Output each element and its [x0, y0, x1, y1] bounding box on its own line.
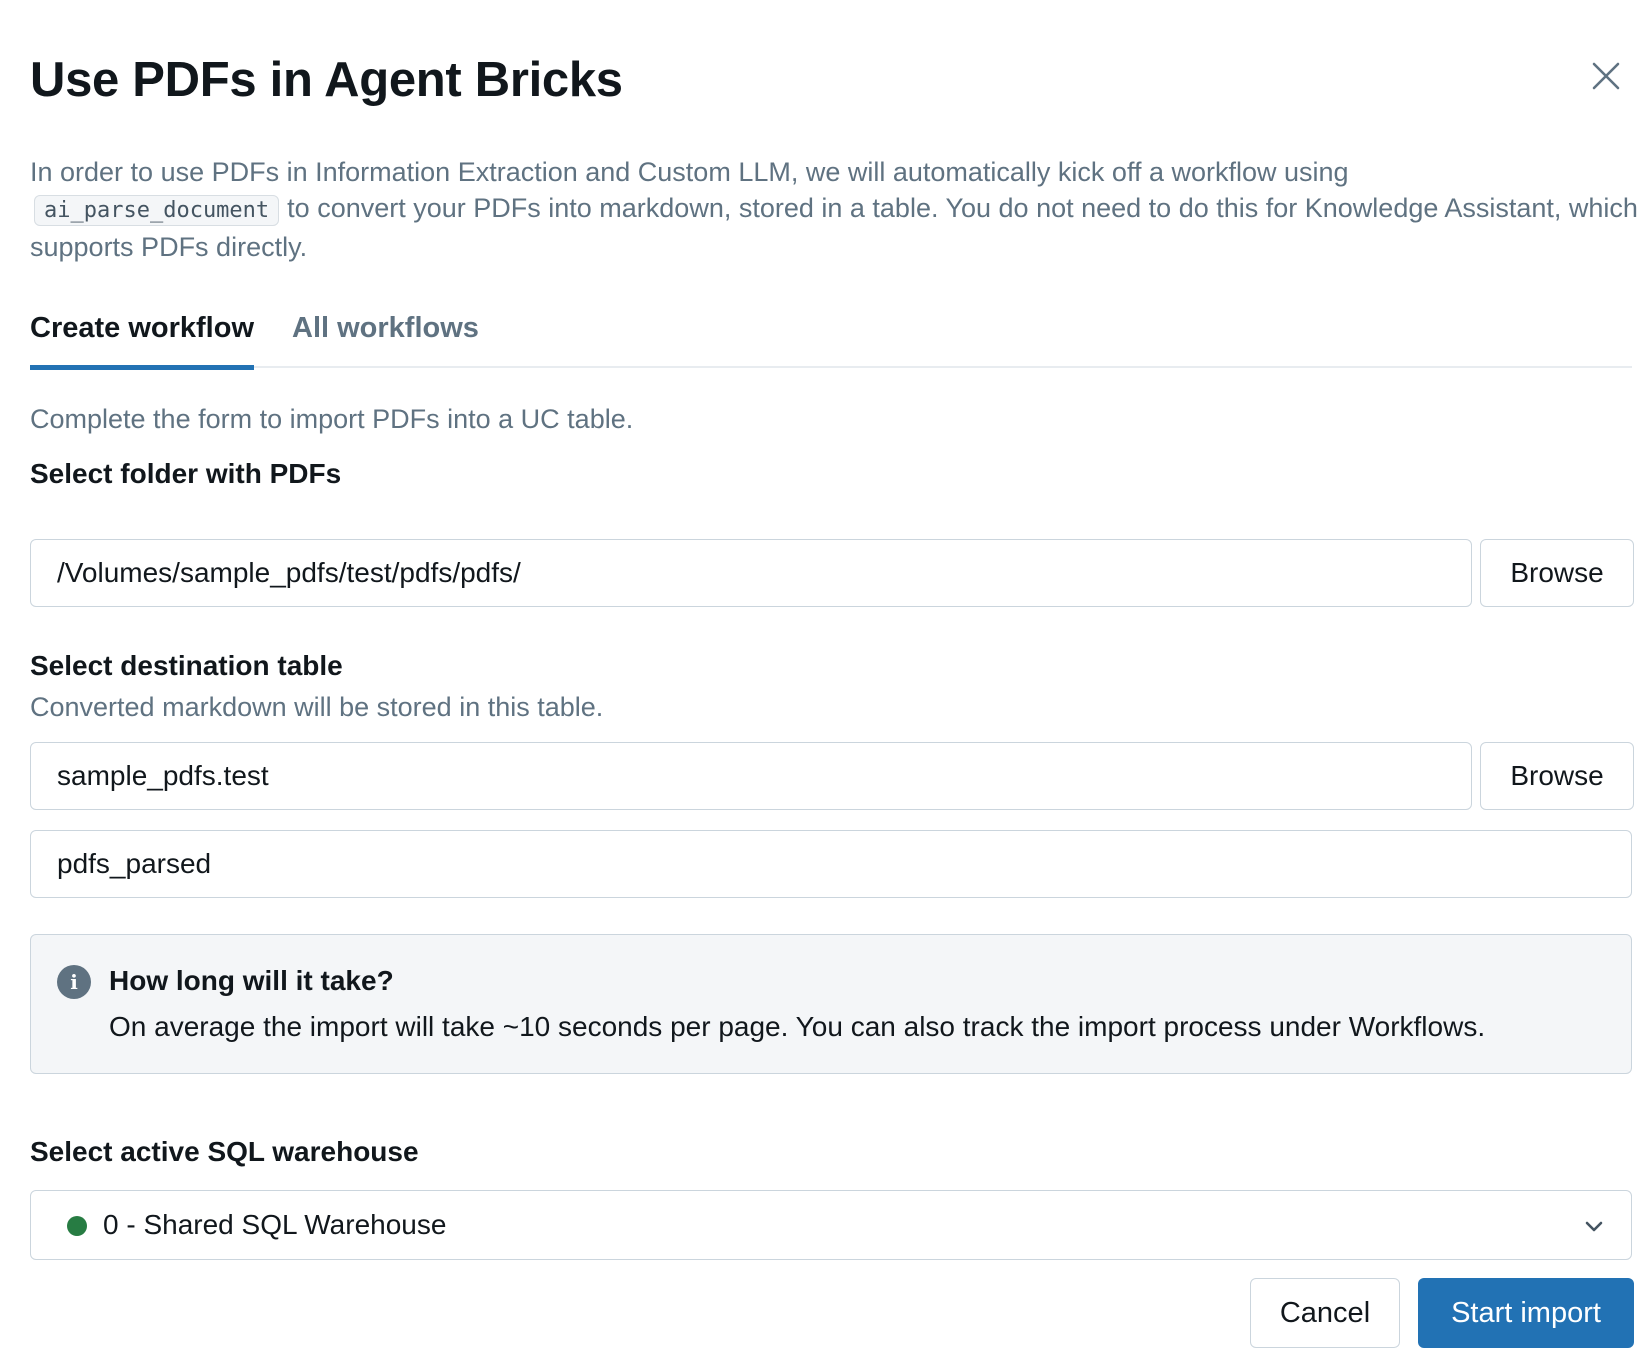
- cancel-button[interactable]: Cancel: [1250, 1278, 1400, 1348]
- import-pdfs-dialog: Use PDFs in Agent Bricks In order to use…: [0, 0, 1652, 1366]
- warehouse-label: Select active SQL warehouse: [30, 1136, 419, 1167]
- tab-bar: Create workflow All workflows: [30, 296, 1632, 370]
- info-icon: i: [57, 965, 91, 999]
- folder-path-input[interactable]: /Volumes/sample_pdfs/test/pdfs/pdfs/: [30, 539, 1472, 607]
- destination-sublabel: Converted markdown will be stored in thi…: [30, 692, 604, 722]
- tab-all-workflows[interactable]: All workflows: [292, 296, 479, 368]
- browse-table-button[interactable]: Browse: [1480, 742, 1634, 810]
- info-body: On average the import will take ~10 seco…: [109, 1011, 1486, 1042]
- description-part1: In order to use PDFs in Information Extr…: [30, 157, 1349, 187]
- folder-label: Select folder with PDFs: [30, 458, 342, 489]
- warehouse-selected-value: 0 - Shared SQL Warehouse: [103, 1209, 447, 1240]
- destination-table-name-input[interactable]: pdfs_parsed: [30, 830, 1632, 898]
- dialog-title: Use PDFs in Agent Bricks: [30, 53, 623, 107]
- info-callout: i How long will it take? On average the …: [30, 934, 1632, 1074]
- browse-folder-button[interactable]: Browse: [1480, 539, 1634, 607]
- warehouse-select[interactable]: 0 - Shared SQL Warehouse: [30, 1190, 1632, 1260]
- start-import-button[interactable]: Start import: [1418, 1278, 1634, 1348]
- chevron-down-icon: [1585, 1221, 1603, 1232]
- info-title: How long will it take?: [109, 965, 394, 996]
- tab-create-workflow[interactable]: Create workflow: [30, 296, 254, 370]
- code-snippet: ai_parse_document: [34, 195, 280, 226]
- destination-schema-input[interactable]: sample_pdfs.test: [30, 742, 1472, 810]
- form-intro-text: Complete the form to import PDFs into a …: [30, 404, 634, 434]
- dialog-description: In order to use PDFs in Information Extr…: [30, 154, 1640, 265]
- warehouse-status-dot: [67, 1216, 87, 1236]
- destination-label: Select destination table: [30, 650, 343, 681]
- close-icon: [1592, 62, 1620, 90]
- close-button[interactable]: [1582, 52, 1630, 100]
